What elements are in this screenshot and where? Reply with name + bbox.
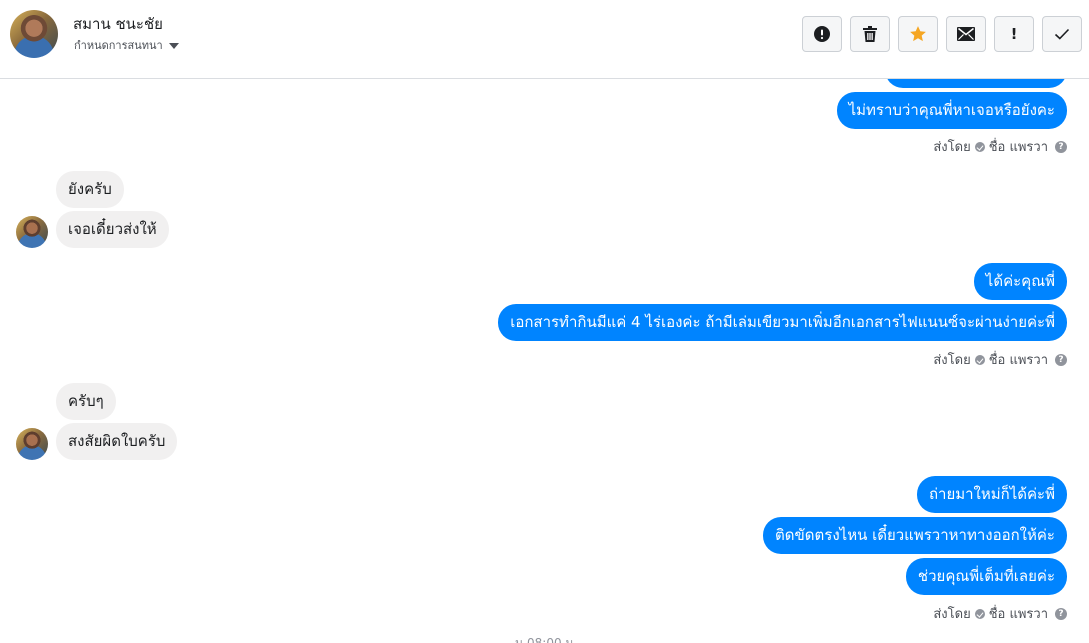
sent-by-info: ส่งโดย ชื่อ แพรวา ? (933, 349, 1067, 370)
sent-by-prefix: ส่งโดย (933, 353, 971, 368)
alert-circle-icon (814, 26, 830, 42)
sent-by-sender: ชื่อ แพรวา (988, 140, 1048, 155)
contact-avatar[interactable] (10, 10, 58, 58)
message-bubble-outgoing[interactable]: ช่วยคุณพี่เต็มที่เลยค่ะ (905, 558, 1067, 595)
help-icon[interactable]: ? (1055, 140, 1067, 153)
contact-avatar-small[interactable] (16, 216, 48, 248)
message-thread[interactable]: ไม่ทราบว่าคุณพี่หาเจอหรือยังคะ ส่งโดย ชื… (0, 79, 1089, 643)
timestamp-divider: น 08:00 น. (515, 636, 578, 643)
sent-by-info: ส่งโดย ชื่อ แพรวา ? (933, 136, 1067, 157)
message-bubble-outgoing[interactable]: ไม่ทราบว่าคุณพี่หาเจอหรือยังคะ (836, 92, 1067, 129)
message-bubble-outgoing[interactable]: ติดขัดตรงไหน เดี๋ยวแพรวาหาทางออกให้ค่ะ (763, 517, 1067, 554)
sent-by-prefix: ส่งโดย (933, 140, 971, 155)
message-bubble-incoming[interactable]: ครับๆ (56, 383, 116, 420)
star-icon (910, 26, 926, 42)
conversation-header: สมาน ชนะชัย กำหนดการสนทนา ! (0, 0, 1089, 79)
contact-avatar-small[interactable] (16, 428, 48, 460)
help-icon[interactable]: ? (1055, 607, 1067, 620)
message-bubble-outgoing[interactable]: เอกสารทำกินมีแค่ 4 ไร่เองค่ะ ถ้ามีเล่มเข… (498, 304, 1067, 341)
check-icon (1054, 28, 1070, 40)
caret-down-icon (168, 42, 179, 49)
message-bubble-incoming[interactable]: ยังครับ (56, 171, 124, 208)
trash-icon (863, 26, 877, 42)
conversation-toolbar: ! (802, 16, 1082, 52)
conversation-settings-label: กำหนดการสนทนา (74, 39, 163, 52)
contact-name[interactable]: สมาน ชนะชัย (73, 12, 163, 36)
star-button[interactable] (898, 16, 938, 52)
message-bubble-outgoing-partial[interactable] (885, 79, 1067, 88)
message-bubble-incoming[interactable]: สงสัยผิดใบครับ (56, 423, 178, 460)
sent-by-sender: ชื่อ แพรวา (988, 353, 1048, 368)
mark-spam-button[interactable] (802, 16, 842, 52)
mark-important-button[interactable]: ! (994, 16, 1034, 52)
check-circle-icon (974, 608, 985, 619)
message-bubble-outgoing[interactable]: ได้ค่ะคุณพี่ (973, 263, 1067, 300)
delete-button[interactable] (850, 16, 890, 52)
exclamation-icon: ! (1010, 24, 1018, 43)
conversation-settings-dropdown[interactable]: กำหนดการสนทนา (74, 36, 179, 54)
check-circle-icon (974, 141, 985, 152)
message-bubble-outgoing[interactable]: ถ่ายมาใหม่ก็ได้ค่ะพี่ (916, 476, 1067, 513)
mark-unread-button[interactable] (946, 16, 986, 52)
check-circle-icon (974, 354, 985, 365)
help-icon[interactable]: ? (1055, 353, 1067, 366)
envelope-icon (957, 27, 975, 41)
sent-by-sender: ชื่อ แพรวา (988, 607, 1048, 622)
sent-by-prefix: ส่งโดย (933, 607, 971, 622)
message-bubble-incoming[interactable]: เจอเดี๋ยวส่งให้ (56, 211, 169, 248)
mark-done-button[interactable] (1042, 16, 1082, 52)
sent-by-info: ส่งโดย ชื่อ แพรวา ? (933, 603, 1067, 624)
